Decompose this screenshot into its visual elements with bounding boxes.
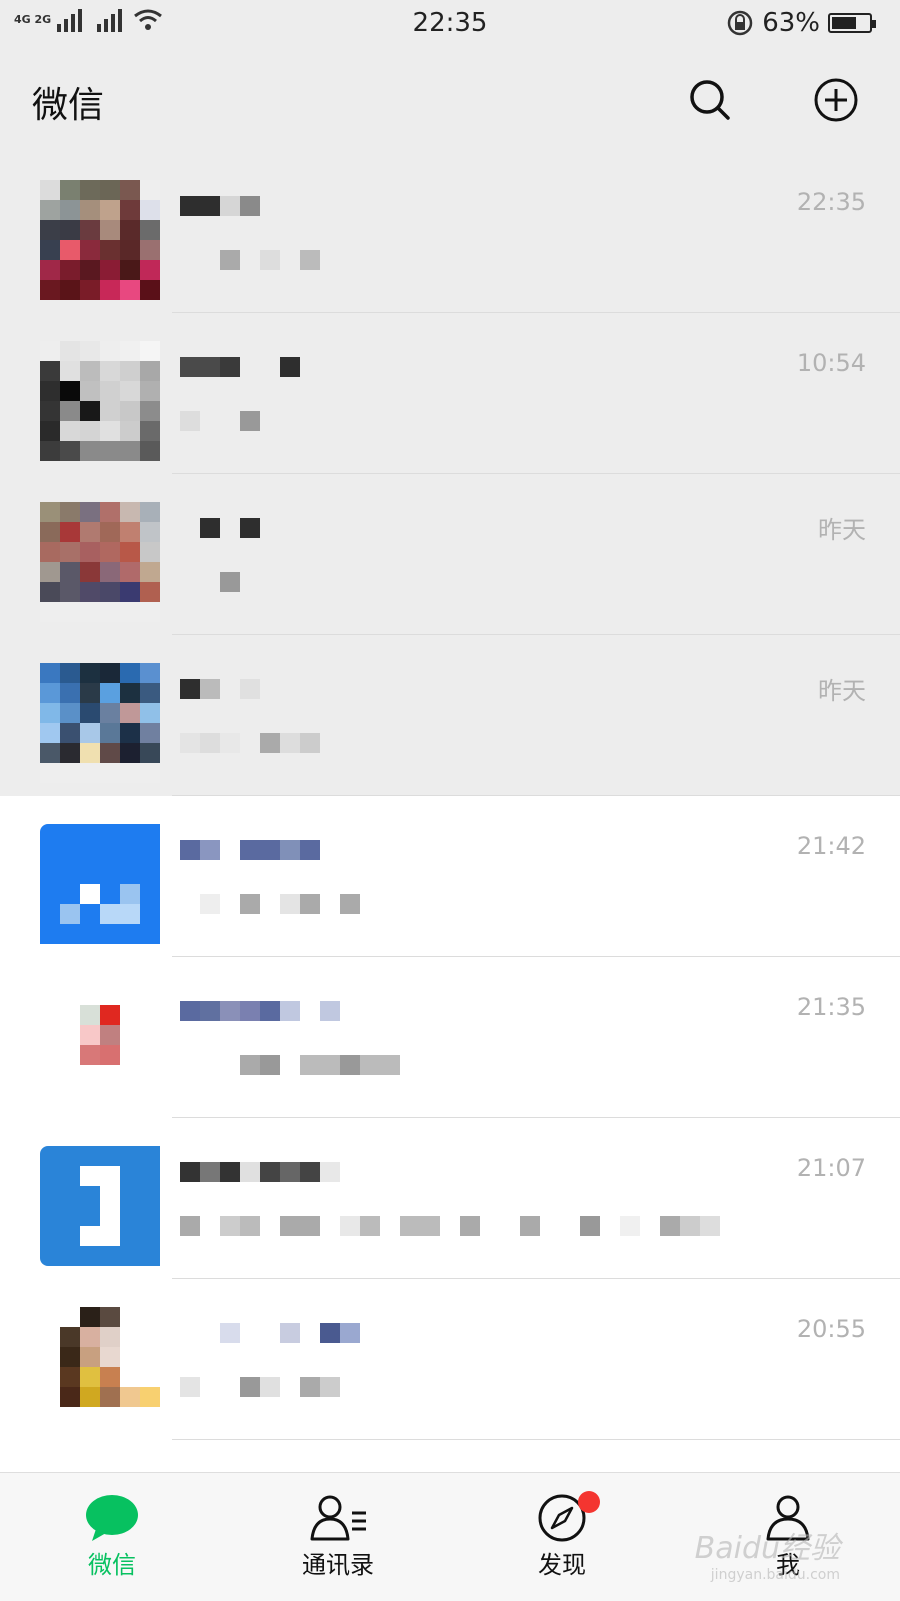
chat-bubble-icon — [86, 1495, 138, 1541]
plus-circle-icon[interactable] — [812, 76, 860, 124]
avatar — [40, 341, 160, 461]
chat-time: 10:54 — [796, 349, 866, 377]
last-message-redacted — [180, 733, 320, 753]
last-message-redacted — [180, 411, 260, 431]
contact-name-redacted — [180, 1323, 360, 1343]
last-message-redacted — [180, 572, 240, 592]
avatar — [40, 180, 160, 300]
chat-time: 昨天 — [818, 516, 866, 544]
app-header: 微信 — [0, 48, 900, 152]
chat-item[interactable]: 昨天 — [0, 635, 900, 796]
search-icon[interactable] — [686, 76, 734, 124]
avatar — [40, 1307, 160, 1427]
chat-item[interactable]: 10:54 — [0, 313, 900, 474]
chat-time: 21:07 — [796, 1154, 866, 1182]
contact-name-redacted — [180, 196, 260, 216]
chat-item[interactable]: 昨天 — [0, 474, 900, 635]
contact-name-redacted — [180, 1162, 340, 1182]
chat-item[interactable]: 21:35 — [0, 957, 900, 1118]
avatar — [40, 1146, 160, 1266]
contact-name-redacted — [180, 679, 260, 699]
chat-time: 20:55 — [796, 1315, 866, 1343]
bottom-tab-bar: 微信 通讯录 发现 我 Baidu经验 jingyan.baidu.com — [0, 1472, 900, 1601]
tab-label: 微信 — [88, 1551, 136, 1579]
avatar — [40, 985, 160, 1105]
avatar — [40, 824, 160, 944]
chat-item[interactable]: 22:35 — [0, 152, 900, 313]
chat-item[interactable]: 20:55 — [0, 1279, 900, 1440]
contacts-icon — [310, 1495, 366, 1541]
chat-time: 21:42 — [796, 832, 866, 860]
chat-item[interactable]: 21:07 — [0, 1118, 900, 1279]
last-message-redacted — [180, 1055, 400, 1075]
avatar — [40, 502, 160, 622]
chat-time: 昨天 — [818, 677, 866, 705]
baidu-watermark: Baidu经验 jingyan.baidu.com — [695, 1523, 840, 1583]
contact-name-redacted — [180, 357, 300, 377]
contact-name-redacted — [180, 518, 260, 538]
last-message-redacted — [180, 250, 320, 270]
notification-dot — [578, 1491, 600, 1513]
last-message-redacted — [180, 1216, 720, 1236]
chat-list: 22:35 10:54 昨天 昨天 21:42 21:35 21:07 20:5… — [0, 152, 900, 1440]
chat-time: 22:35 — [796, 188, 866, 216]
battery-percent: 63% — [762, 8, 820, 38]
tab-contacts[interactable]: 通讯录 — [258, 1473, 418, 1601]
last-message-redacted — [180, 1377, 340, 1397]
chat-item[interactable]: 21:42 — [0, 796, 900, 957]
status-right: 63% — [726, 8, 876, 38]
tab-discover[interactable]: 发现 — [482, 1473, 642, 1601]
battery-icon — [828, 13, 876, 33]
tab-label: 发现 — [538, 1551, 586, 1579]
last-message-redacted — [180, 894, 360, 914]
tab-wechat[interactable]: 微信 — [32, 1473, 192, 1601]
rotation-lock-icon — [727, 10, 753, 36]
page-title: 微信 — [32, 85, 105, 126]
contact-name-redacted — [180, 1001, 340, 1021]
avatar — [40, 663, 160, 783]
status-bar: 4G 2G 22:35 63% — [0, 0, 900, 48]
watermark-text: Baidu经验 — [694, 1531, 840, 1566]
contact-name-redacted — [180, 840, 320, 860]
watermark-sub: jingyan.baidu.com — [710, 1567, 840, 1583]
tab-label: 通讯录 — [302, 1551, 374, 1579]
chat-time: 21:35 — [796, 993, 866, 1021]
